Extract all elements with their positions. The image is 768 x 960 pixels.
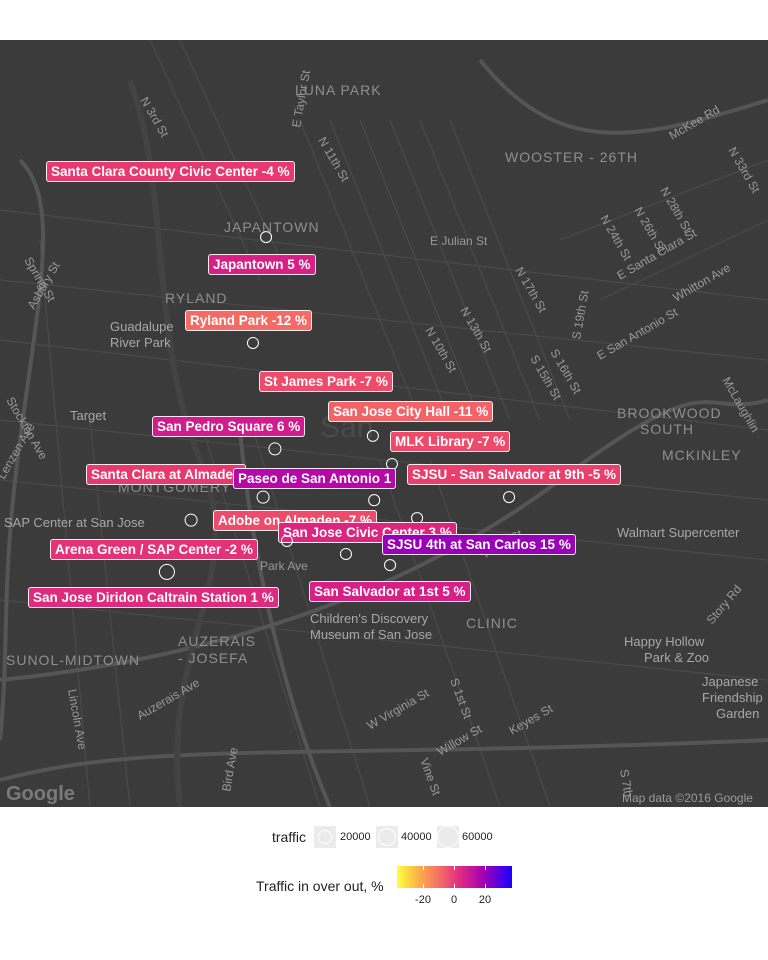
size-label-20000: 20000 [340, 831, 371, 843]
svg-text:River Park: River Park [110, 335, 171, 350]
svg-text:Children's Discovery: Children's Discovery [310, 611, 429, 626]
svg-text:McKee Rd: McKee Rd [667, 102, 723, 142]
svg-text:Lincoln Ave: Lincoln Ave [65, 688, 89, 751]
svg-text:Museum of San Jose: Museum of San Jose [310, 627, 432, 642]
svg-text:N 24th St: N 24th St [597, 213, 634, 264]
size-key-20000 [314, 826, 336, 848]
station-label: San Jose Diridon Caltrain Station 1 % [28, 587, 279, 608]
svg-text:Story Rd: Story Rd [704, 582, 745, 627]
svg-text:Auzerais Ave: Auzerais Ave [135, 675, 203, 722]
svg-text:S 1st St: S 1st St [447, 676, 475, 721]
map-attribution: Map data ©2016 Google [622, 791, 753, 805]
svg-text:Vine St: Vine St [417, 756, 444, 798]
svg-text:SOUTH: SOUTH [640, 421, 694, 437]
svg-text:BROOKWOOD: BROOKWOOD [617, 405, 722, 421]
color-tick-20: 20 [478, 894, 492, 906]
size-key-60000 [437, 826, 459, 848]
size-label-60000: 60000 [462, 831, 493, 843]
color-legend-title: Traffic in over out, % [256, 878, 384, 894]
svg-text:AUZERAIS: AUZERAIS [178, 633, 256, 649]
svg-text:N 26th St: N 26th St [631, 205, 668, 256]
svg-text:N 13th St: N 13th St [457, 305, 494, 356]
svg-text:Friendship: Friendship [702, 690, 763, 705]
svg-text:W Virginia St: W Virginia St [365, 686, 432, 733]
svg-text:Guadalupe: Guadalupe [110, 319, 174, 334]
legend: traffic 20000 40000 60000 Traffic in ove… [0, 815, 768, 935]
svg-text:S 19th St: S 19th St [569, 289, 591, 341]
svg-text:N 10th St: N 10th St [422, 325, 459, 376]
svg-text:N 33rd St: N 33rd St [725, 145, 763, 196]
svg-text:Happy Hollow: Happy Hollow [624, 634, 705, 649]
svg-text:Target: Target [70, 408, 107, 423]
station-label: Santa Clara at Almaden [86, 464, 247, 485]
station-label: SJSU 4th at San Carlos 15 % [382, 534, 576, 555]
svg-text:Japanese: Japanese [702, 674, 758, 689]
station-label: Santa Clara County Civic Center -4 % [46, 161, 295, 182]
svg-text:- JOSEFA: - JOSEFA [178, 650, 248, 666]
station-label: Japantown 5 % [208, 254, 316, 275]
station-marker [384, 559, 396, 571]
svg-text:CLINIC: CLINIC [466, 615, 518, 631]
size-key-40000 [376, 826, 398, 848]
size-legend-title: traffic [272, 829, 306, 845]
svg-text:Park & Zoo: Park & Zoo [644, 650, 709, 665]
svg-text:N 11th St: N 11th St [315, 135, 352, 185]
station-marker [260, 231, 272, 243]
svg-text:N 28th St: N 28th St [657, 185, 694, 236]
color-tick-neg20: -20 [415, 894, 431, 906]
station-label: San Jose City Hall -11 % [328, 401, 494, 422]
svg-text:Park Ave: Park Ave [260, 559, 308, 573]
google-logo: Google [6, 783, 75, 805]
station-label: St James Park -7 % [259, 371, 393, 392]
station-marker [184, 513, 198, 527]
size-label-40000: 40000 [401, 831, 432, 843]
svg-text:WOOSTER - 26TH: WOOSTER - 26TH [505, 149, 638, 165]
station-label: MLK Library -7 % [390, 431, 511, 452]
map-panel: LUNA PARK WOOSTER - 26TH JAPANTOWN RYLAN… [0, 40, 768, 807]
station-label: Arena Green / SAP Center -2 % [50, 539, 258, 560]
svg-text:Garden: Garden [716, 706, 759, 721]
svg-text:E Taylor St: E Taylor St [289, 69, 313, 129]
station-label: SJSU - San Salvador at 9th -5 % [407, 464, 622, 485]
svg-text:E Julian St: E Julian St [430, 234, 488, 248]
svg-text:JAPANTOWN: JAPANTOWN [224, 219, 320, 235]
station-marker [368, 494, 380, 506]
svg-text:SUNOL-MIDTOWN: SUNOL-MIDTOWN [6, 652, 140, 668]
station-label: Paseo de San Antonio 1 [233, 468, 397, 489]
station-marker [503, 491, 515, 503]
station-label: San Pedro Square 6 % [152, 416, 306, 437]
svg-text:SAP Center at San Jose: SAP Center at San Jose [4, 515, 145, 530]
color-tick-0: 0 [450, 894, 458, 906]
svg-text:E San Antonio St: E San Antonio St [595, 305, 681, 363]
svg-text:MCKINLEY: MCKINLEY [662, 447, 742, 463]
svg-text:RYLAND: RYLAND [165, 290, 228, 306]
svg-text:Walmart Supercenter: Walmart Supercenter [617, 525, 740, 540]
basemap: LUNA PARK WOOSTER - 26TH JAPANTOWN RYLAN… [0, 40, 768, 807]
station-label: San Salvador at 1st 5 % [309, 581, 471, 602]
color-scale-bar [397, 866, 512, 888]
station-marker [256, 490, 270, 504]
svg-text:Keyes St: Keyes St [507, 701, 556, 737]
station-label: Ryland Park -12 % [185, 310, 313, 331]
svg-text:Whitton Ave: Whitton Ave [671, 260, 734, 304]
